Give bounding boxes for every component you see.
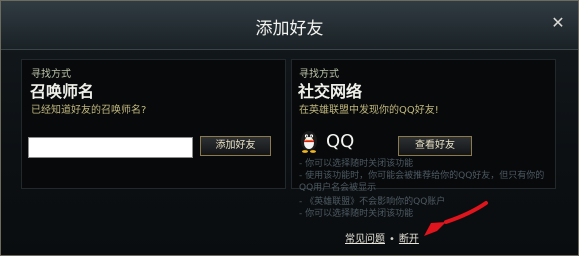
red-arrow-annotation (424, 201, 488, 236)
